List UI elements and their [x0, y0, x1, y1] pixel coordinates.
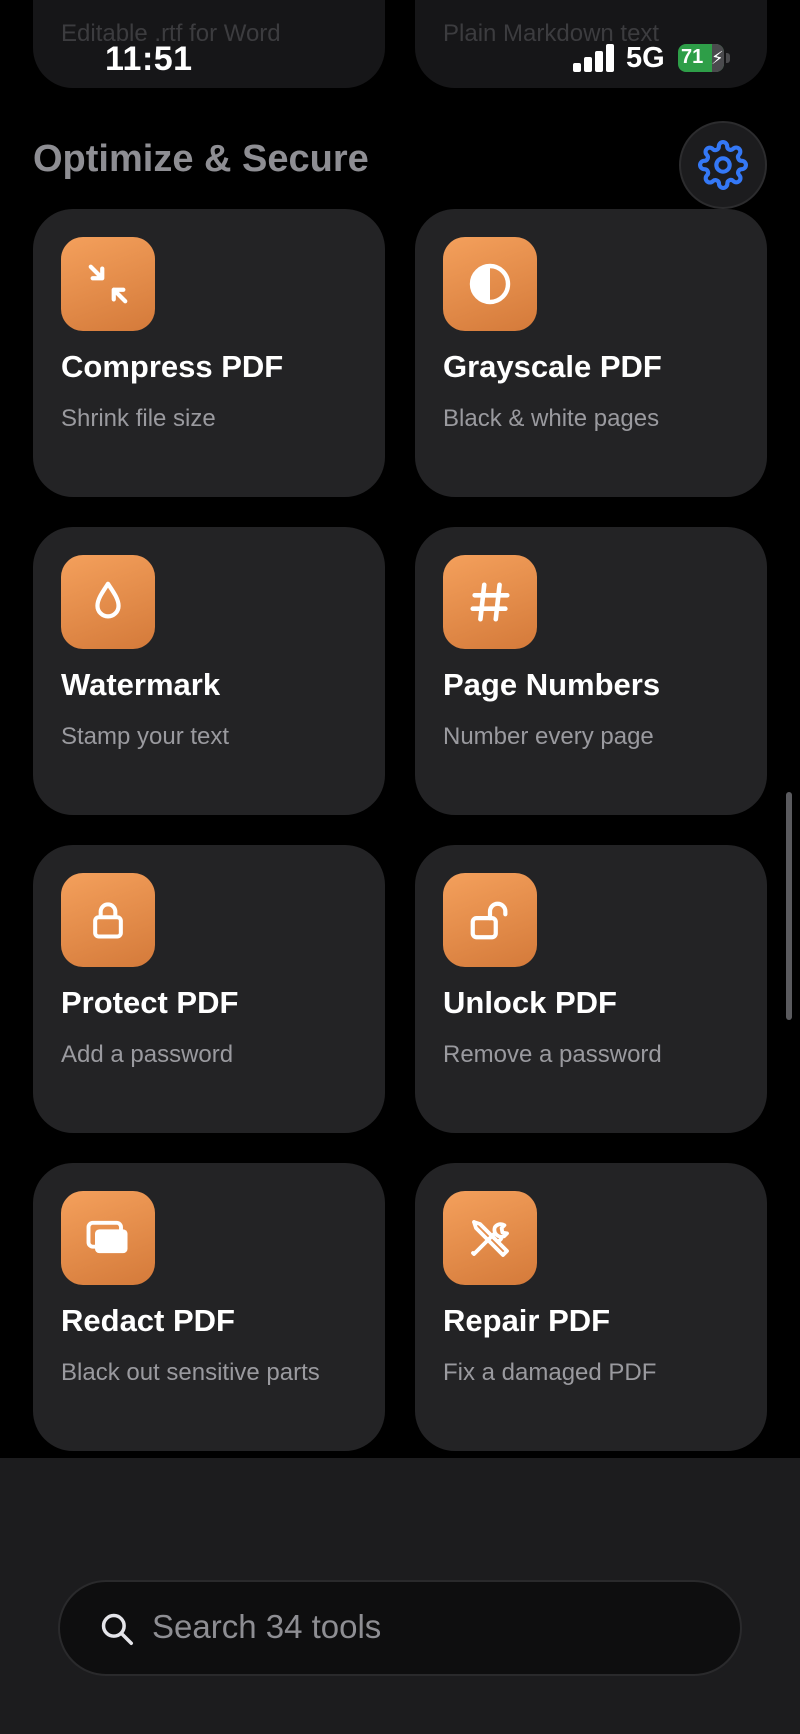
cellular-signal-icon	[573, 44, 615, 72]
tool-card-subtitle: Remove a password	[443, 1041, 662, 1068]
tool-card-unlock-pdf[interactable]: Unlock PDF Remove a password	[415, 845, 767, 1133]
tool-card-title: Redact PDF	[61, 1303, 235, 1338]
tool-card-subtitle: Black & white pages	[443, 405, 660, 432]
tool-card-title: Watermark	[61, 667, 221, 702]
tool-card-subtitle: Black out sensitive parts	[61, 1359, 320, 1386]
tool-card-title: Unlock PDF	[443, 985, 617, 1020]
tool-card-redact-pdf[interactable]: Redact PDF Black out sensitive parts	[33, 1163, 385, 1451]
tool-card-compress-pdf[interactable]: Compress PDF Shrink file size	[33, 209, 385, 497]
search-icon	[101, 1613, 133, 1645]
compress-arrows-icon	[61, 237, 155, 331]
drop-icon	[61, 555, 155, 649]
lock-icon	[61, 873, 155, 967]
unlock-icon	[443, 873, 537, 967]
tool-card-grayscale-pdf[interactable]: Grayscale PDF Black & white pages	[415, 209, 767, 497]
charging-bolt-icon: ⚡	[711, 48, 724, 68]
tool-card-title: Protect PDF	[61, 985, 239, 1020]
section-title: Optimize & Secure	[33, 138, 369, 180]
status-bar: 11:51 5G 71 ⚡	[0, 0, 800, 110]
settings-button[interactable]	[679, 121, 767, 209]
tool-card-title: Page Numbers	[443, 667, 661, 702]
tool-card-subtitle: Stamp your text	[61, 723, 230, 750]
tool-card-protect-pdf[interactable]: Protect PDF Add a password	[33, 845, 385, 1133]
network-type: 5G	[626, 42, 665, 74]
tool-card-repair-pdf[interactable]: Repair PDF Fix a damaged PDF	[415, 1163, 767, 1451]
tool-card-title: Grayscale PDF	[443, 349, 662, 384]
tool-card-subtitle: Number every page	[443, 723, 654, 750]
hash-icon	[443, 555, 537, 649]
tool-card-page-numbers[interactable]: Page Numbers Number every page	[415, 527, 767, 815]
tool-card-subtitle: Fix a damaged PDF	[443, 1359, 657, 1386]
status-time: 11:51	[105, 40, 193, 78]
tool-card-watermark[interactable]: Watermark Stamp your text	[33, 527, 385, 815]
tool-card-subtitle: Add a password	[61, 1041, 234, 1068]
tool-card-title: Repair PDF	[443, 1303, 611, 1338]
search-placeholder: Search 34 tools	[152, 1608, 382, 1645]
half-circle-icon	[443, 237, 537, 331]
battery-percent: 71	[681, 46, 704, 68]
battery-icon: 71 ⚡	[678, 44, 730, 72]
scroll-indicator[interactable]	[786, 792, 792, 1020]
gear-icon	[698, 140, 748, 190]
tool-card-title: Compress PDF	[61, 349, 284, 384]
redact-rectangles-icon	[61, 1191, 155, 1285]
search-input[interactable]: Search 34 tools	[58, 1580, 742, 1676]
tool-card-subtitle: Shrink file size	[61, 405, 216, 432]
tools-icon	[443, 1191, 537, 1285]
